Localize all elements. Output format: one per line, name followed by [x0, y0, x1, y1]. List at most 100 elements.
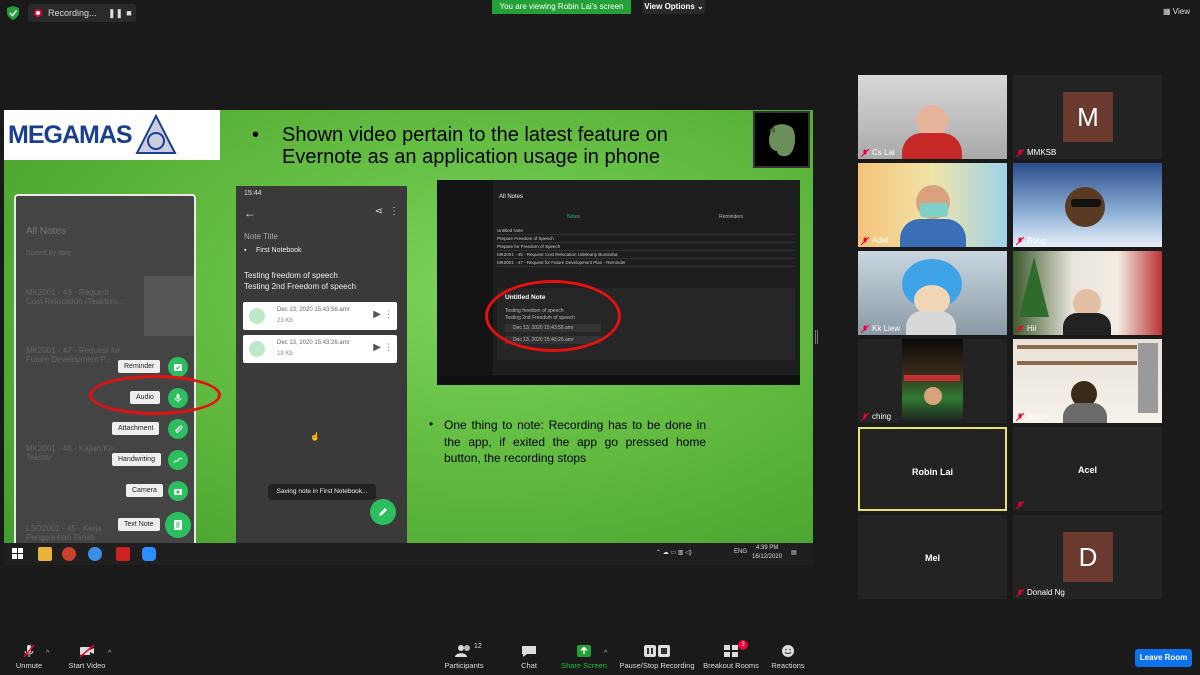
participant-tile[interactable]: Kk Liew: [858, 251, 1007, 335]
participant-tile[interactable]: Adel: [858, 163, 1007, 247]
participant-name: Adel: [872, 236, 889, 245]
title-bullet: •: [252, 124, 260, 146]
muted-mic-icon: [1016, 149, 1024, 157]
unmute-button[interactable]: Unmute: [14, 644, 44, 670]
attachment-label[interactable]: Attachment: [112, 422, 160, 435]
desktop-all-notes-title: All Notes: [499, 194, 524, 200]
audio-attachment[interactable]: Dec 13, 2020 15:43:26.amr 19 Kb ▶ ⋮: [243, 335, 397, 363]
participant-video: [1013, 163, 1162, 247]
reminder-icon[interactable]: [168, 357, 188, 377]
more-options-icon[interactable]: ⋮: [384, 342, 393, 353]
logo-text: MEGAMAS: [8, 120, 133, 149]
list-item: MK2001 - 47 - Request for Future Develop…: [26, 346, 121, 364]
system-tray-icons: ⌃ ☁ ▭ ▥ ◁): [656, 550, 692, 556]
list-item: MK2001 - 46 - Kajian Ke Tekstar: [26, 444, 114, 462]
pause-stop-recording-button[interactable]: Pause/Stop Recording: [618, 644, 696, 670]
share-icon[interactable]: ⋖: [375, 206, 383, 217]
share-screen-button[interactable]: Share Screen: [560, 644, 608, 670]
notebook-name[interactable]: First Notebook: [256, 247, 302, 254]
video-options-caret-icon[interactable]: ^: [108, 650, 111, 657]
notebook-icon: ▪: [244, 247, 247, 254]
camera-icon[interactable]: [168, 481, 188, 501]
reminder-label[interactable]: Reminder: [118, 360, 161, 373]
muted-mic-icon: [1016, 325, 1024, 333]
note-body[interactable]: Testing freedom of speech Testing 2nd Fr…: [244, 270, 356, 292]
participant-tile[interactable]: Mel: [858, 515, 1007, 599]
audio-attachment[interactable]: Dec 13, 2020 15:43:56.amr 23 Kb ▶ ⋮: [243, 302, 397, 330]
start-video-button[interactable]: Start Video: [66, 644, 108, 670]
powerpoint-icon: [62, 547, 76, 561]
slide-title: Shown video pertain to the latest featur…: [282, 124, 668, 168]
stop-recording-icon[interactable]: ■: [122, 8, 136, 18]
breakout-rooms-button[interactable]: Breakout Rooms: [702, 644, 760, 670]
taskbar-time: 4:39 PM: [756, 545, 779, 551]
participants-count: 12: [474, 643, 482, 650]
paperclip-icon[interactable]: [168, 419, 188, 439]
participant-tile[interactable]: D Donald Ng: [1013, 515, 1162, 599]
chat-label: Chat: [521, 661, 537, 670]
evernote-logo: [753, 111, 810, 168]
resize-handle[interactable]: [815, 330, 818, 344]
view-options-button[interactable]: View Options ⌄: [643, 0, 705, 14]
reactions-button[interactable]: Reactions: [770, 644, 806, 670]
grid-icon: ▦: [1163, 7, 1173, 16]
pause-recording-icon[interactable]: ❚❚: [108, 8, 123, 19]
more-options-icon[interactable]: ⋮: [389, 206, 399, 217]
participant-video: [858, 163, 1007, 247]
participant-tile[interactable]: Cs Lai: [858, 75, 1007, 159]
breakout-badge: 3: [738, 640, 748, 650]
participant-name: Robin Lai: [912, 467, 953, 477]
participant-name: Kk Liew: [872, 324, 901, 333]
chat-button[interactable]: Chat: [514, 644, 544, 670]
slide-title-line-1: Shown video pertain to the latest featur…: [282, 124, 668, 146]
list-item: MK2001 - 43 - Request Cost Relocation (T…: [26, 288, 125, 306]
phone-screen-notes-list: All Notes Sorted by date MK2001 - 43 - R…: [14, 194, 196, 554]
participant-tile[interactable]: Acel: [1013, 427, 1162, 511]
phone-screen-note-editor: 15:44 ← ⋖ ⋮ Note Title ▪ First Notebook …: [236, 186, 407, 556]
share-options-caret-icon[interactable]: ^: [604, 650, 607, 657]
participant-tile[interactable]: Bong: [1013, 163, 1162, 247]
view-button-label: View: [1172, 7, 1190, 16]
camera-label[interactable]: Camera: [126, 484, 163, 497]
meeting-top-bar: Recording... ❚❚ ■ You are viewing Robin …: [0, 0, 1200, 26]
audio-options-caret-icon[interactable]: ^: [46, 650, 49, 657]
participant-tile[interactable]: Nicole: [1013, 339, 1162, 423]
participant-tile[interactable]: ching: [858, 339, 1007, 423]
viewing-screen-banner: You are viewing Robin Lai's screen: [492, 0, 631, 14]
file-explorer-icon: [38, 547, 52, 561]
back-arrow-icon[interactable]: ←: [244, 206, 256, 220]
audio-wave-icon: [249, 308, 265, 324]
participant-tile[interactable]: M MMKSB: [1013, 75, 1162, 159]
participant-tile[interactable]: Hii: [1013, 251, 1162, 335]
note-title-placeholder[interactable]: Note Title: [244, 232, 278, 241]
pause-stop-icon: [644, 645, 670, 657]
shield-icon[interactable]: [7, 6, 19, 20]
note-icon[interactable]: [165, 512, 191, 538]
chat-icon: [522, 646, 536, 657]
play-icon[interactable]: ▶: [373, 309, 381, 320]
participant-name: Bong: [1027, 236, 1046, 245]
recording-indicator: Recording... ❚❚ ■: [28, 4, 136, 22]
muted-mic-icon: [861, 237, 869, 245]
phone-status-time: 15:44: [244, 190, 262, 197]
note-body-line: Testing 2nd Freedom of speech: [244, 282, 357, 291]
slide-title-line-2: Evernote as an application usage in phon…: [282, 146, 661, 168]
handwriting-label[interactable]: Handwriting: [112, 453, 161, 466]
text-note-label[interactable]: Text Note: [118, 518, 160, 531]
participant-name: Acel: [1077, 465, 1097, 475]
table-row: Untitled Note: [497, 228, 795, 235]
play-icon[interactable]: ▶: [373, 342, 381, 353]
handwriting-icon[interactable]: [168, 450, 188, 470]
recording-note-text: One thing to note: Recording has to be d…: [444, 418, 706, 465]
participant-name: ching: [872, 412, 892, 421]
view-button[interactable]: ▦ View: [1163, 7, 1190, 16]
participants-label: Participants: [444, 661, 484, 670]
logo-emblem-icon: [134, 113, 177, 154]
leave-room-button[interactable]: Leave Room: [1135, 649, 1192, 667]
active-speaker-tile[interactable]: Robin Lai: [858, 427, 1007, 511]
participants-icon: [455, 645, 470, 657]
pencil-icon[interactable]: [370, 499, 396, 525]
more-options-icon[interactable]: ⋮: [384, 309, 393, 320]
participant-name: Cs Lai: [872, 148, 895, 157]
participant-name: Hii: [1027, 324, 1037, 333]
